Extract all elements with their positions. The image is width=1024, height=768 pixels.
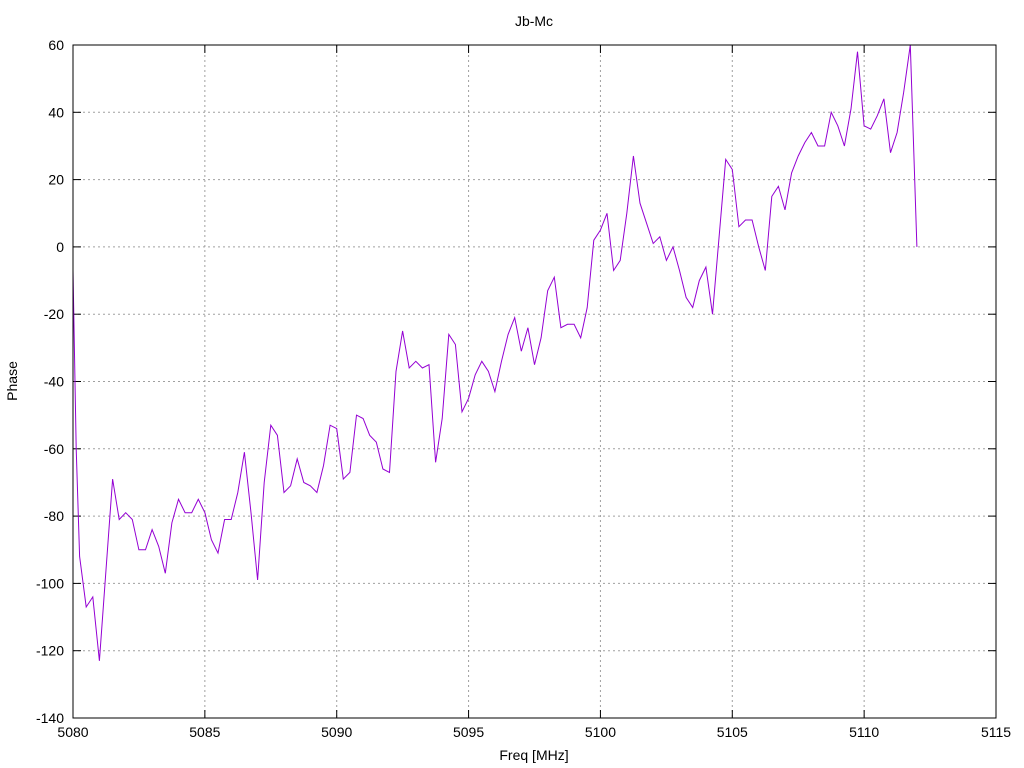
y-tick-label: -80 — [44, 508, 64, 524]
y-tick-label: -40 — [44, 374, 64, 390]
y-tick-label: 0 — [56, 239, 64, 255]
x-tick-label: 5110 — [849, 724, 879, 740]
y-tick-label: 60 — [48, 37, 64, 53]
x-tick-label: 5095 — [453, 724, 484, 740]
y-tick-label: -100 — [36, 575, 64, 591]
x-tick-label: 5100 — [585, 724, 616, 740]
y-tick-label: -120 — [36, 643, 64, 659]
x-tick-label: 5090 — [321, 724, 352, 740]
y-tick-label: 40 — [48, 104, 64, 120]
y-tick-label: -20 — [44, 306, 64, 322]
phase-chart: Jb-Mc -140-120-100-80-60-40-200204060 50… — [4, 13, 1011, 763]
x-tick-label: 5105 — [717, 724, 748, 740]
series-group — [72, 44, 918, 661]
x-axis-ticks: 5080 5085 5090 5095 5100 5105 5110 5115 — [57, 45, 1011, 740]
gridlines — [73, 45, 996, 718]
chart-title: Jb-Mc — [515, 13, 553, 29]
x-tick-label: 5085 — [189, 724, 220, 740]
y-axis-label: Phase — [4, 361, 20, 401]
x-tick-label: 5115 — [981, 724, 1011, 740]
phase-series-line — [72, 44, 918, 661]
x-axis-label: Freq [MHz] — [499, 747, 568, 763]
y-tick-label: 20 — [48, 172, 64, 188]
y-tick-label: -60 — [44, 441, 64, 457]
x-tick-label: 5080 — [57, 724, 88, 740]
